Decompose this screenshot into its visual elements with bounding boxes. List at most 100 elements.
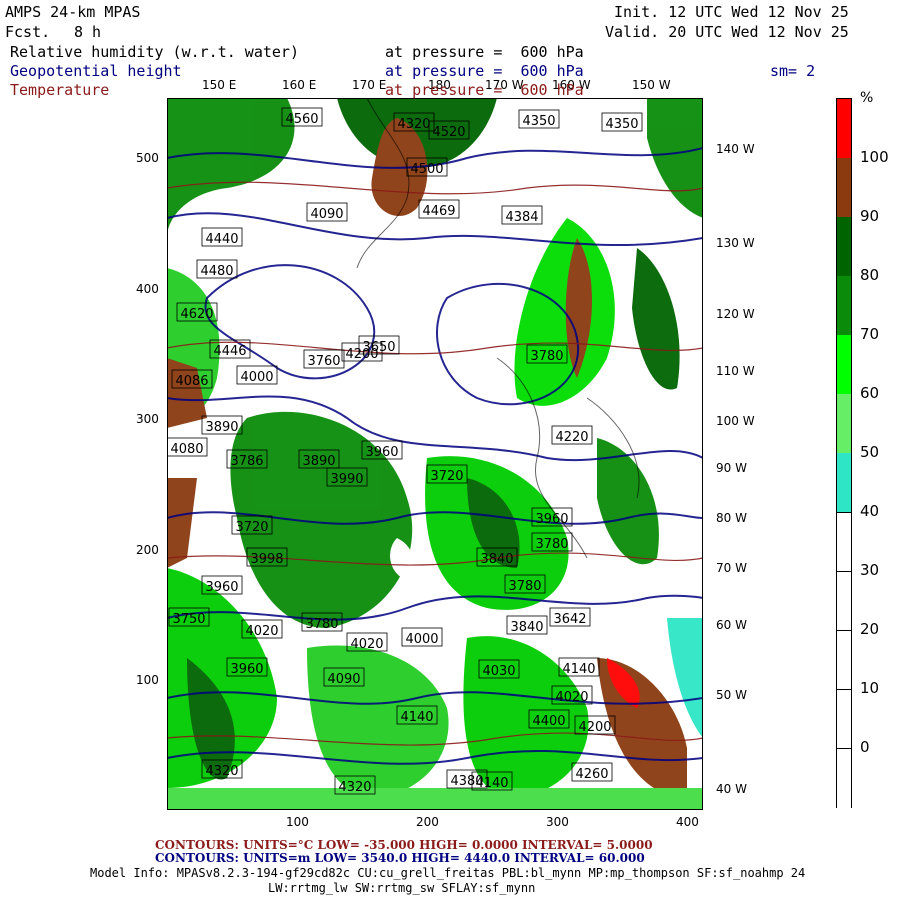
model-info-line-2: LW:rrtmg_lw SW:rrtmg_sw SFLAY:sf_mynn	[268, 881, 536, 895]
svg-text:3780: 3780	[305, 617, 338, 632]
colorbar-segment	[837, 748, 851, 808]
svg-text:4000: 4000	[405, 632, 438, 647]
svg-text:3890: 3890	[205, 420, 238, 435]
svg-text:4320: 4320	[397, 117, 430, 132]
lon-right-label: 70 W	[716, 561, 747, 575]
colorbar-segment	[837, 276, 851, 335]
svg-text:4086: 4086	[175, 374, 208, 389]
colorbar-segment	[837, 512, 851, 572]
svg-text:4140: 4140	[562, 662, 595, 677]
svg-text:3642: 3642	[553, 612, 586, 627]
svg-text:4140: 4140	[400, 710, 433, 725]
svg-text:4080: 4080	[170, 442, 203, 457]
y-tick-label: 100	[136, 673, 159, 687]
svg-text:4260: 4260	[575, 767, 608, 782]
svg-text:4400: 4400	[532, 714, 565, 729]
svg-text:4560: 4560	[285, 112, 318, 127]
colorbar-segment	[837, 571, 851, 631]
colorbar-segment	[837, 630, 851, 690]
svg-text:3990: 3990	[330, 472, 363, 487]
svg-text:3780: 3780	[508, 579, 541, 594]
valid-time: Valid. 20 UTC Wed 12 Nov 25	[605, 23, 849, 41]
colorbar-label: 20	[860, 620, 880, 638]
field-rh-name: Relative humidity (w.r.t. water)	[10, 43, 299, 61]
humidity-colorbar	[836, 98, 852, 808]
smoothing-label: sm= 2	[770, 62, 816, 80]
lon-right-label: 60 W	[716, 618, 747, 632]
svg-text:3750: 3750	[172, 612, 205, 627]
field-temp-level: at pressure = 600 hPa	[385, 81, 584, 99]
height-contour-info: CONTOURS: UNITS=m LOW= 3540.0 HIGH= 4440…	[155, 851, 645, 865]
init-time: Init. 12 UTC Wed 12 Nov 25	[614, 3, 849, 21]
colorbar-label: 50	[860, 443, 880, 461]
lon-right-label: 90 W	[716, 461, 747, 475]
lon-top-label: 150 E	[202, 78, 237, 92]
model-info-line-1: Model Info: MPASv8.2.3-194-gf29cd82c CU:…	[90, 866, 806, 880]
lon-right-label: 140 W	[716, 142, 755, 156]
svg-text:3890: 3890	[302, 454, 335, 469]
svg-text:4220: 4220	[555, 430, 588, 445]
svg-text:3720: 3720	[430, 469, 463, 484]
svg-text:4320: 4320	[205, 764, 238, 779]
colorbar-segment	[837, 158, 851, 217]
colorbar-segment	[837, 394, 851, 453]
svg-text:4469: 4469	[422, 204, 455, 219]
colorbar-segment	[837, 99, 851, 158]
x-tick-label: 400	[676, 815, 699, 829]
colorbar-label: 0	[860, 738, 870, 756]
colorbar-segment	[837, 453, 851, 512]
x-tick-label: 100	[286, 815, 309, 829]
svg-text:4090: 4090	[310, 207, 343, 222]
svg-text:4480: 4480	[200, 264, 233, 279]
y-tick-label: 400	[136, 282, 159, 296]
svg-text:3960: 3960	[535, 512, 568, 527]
lon-top-label: 160 E	[282, 78, 317, 92]
lon-right-label: 120 W	[716, 307, 755, 321]
lon-top-label: 150 W	[632, 78, 671, 92]
svg-text:4020: 4020	[245, 624, 278, 639]
lon-right-label: 100 W	[716, 414, 755, 428]
model-title: AMPS 24-km MPAS	[5, 3, 141, 21]
temperature-contour-info: CONTOURS: UNITS=°C LOW= -35.000 HIGH= 0.…	[155, 838, 653, 852]
lon-right-label: 40 W	[716, 782, 747, 796]
svg-text:3760: 3760	[307, 354, 340, 369]
x-tick-label: 300	[546, 815, 569, 829]
svg-text:4384: 4384	[505, 210, 538, 225]
svg-text:3960: 3960	[365, 445, 398, 460]
svg-text:4020: 4020	[350, 637, 383, 652]
colorbar-label: 80	[860, 266, 880, 284]
field-rh-level: at pressure = 600 hPa	[385, 43, 584, 61]
svg-text:4020: 4020	[555, 690, 588, 705]
lon-right-label: 130 W	[716, 236, 755, 250]
colorbar-label: 90	[860, 207, 880, 225]
colorbar-label: 70	[860, 325, 880, 343]
lon-right-label: 110 W	[716, 364, 755, 378]
colorbar-segment	[837, 689, 851, 749]
svg-text:3780: 3780	[535, 537, 568, 552]
forecast-label: Fcst.	[5, 23, 51, 41]
field-height-name: Geopotential height	[10, 62, 182, 80]
colorbar-segment	[837, 335, 851, 394]
colorbar-label: 30	[860, 561, 880, 579]
lon-right-label: 80 W	[716, 511, 747, 525]
field-temp-name: Temperature	[10, 81, 110, 99]
colorbar-label: 60	[860, 384, 880, 402]
forecast-hour: 8 h	[74, 23, 102, 41]
svg-text:4446: 4446	[213, 344, 246, 359]
svg-text:3650: 3650	[362, 340, 395, 355]
svg-text:3720: 3720	[235, 520, 268, 535]
y-tick-label: 500	[136, 151, 159, 165]
svg-text:3780: 3780	[530, 349, 563, 364]
colorbar-label: 10	[860, 679, 880, 697]
svg-text:3998: 3998	[250, 552, 283, 567]
lon-right-label: 50 W	[716, 688, 747, 702]
colorbar-unit: %	[860, 90, 874, 106]
svg-text:3840: 3840	[480, 552, 513, 567]
svg-text:4200: 4200	[578, 720, 611, 735]
x-tick-label: 200	[416, 815, 439, 829]
field-height-level: at pressure = 600 hPa	[385, 62, 584, 80]
forecast-map: 4560 4320 4350 4350 4520 4500 4469 4384 4090 4440…	[167, 98, 703, 810]
svg-text:3960: 3960	[205, 580, 238, 595]
svg-text:3840: 3840	[510, 620, 543, 635]
svg-text:4030: 4030	[482, 664, 515, 679]
